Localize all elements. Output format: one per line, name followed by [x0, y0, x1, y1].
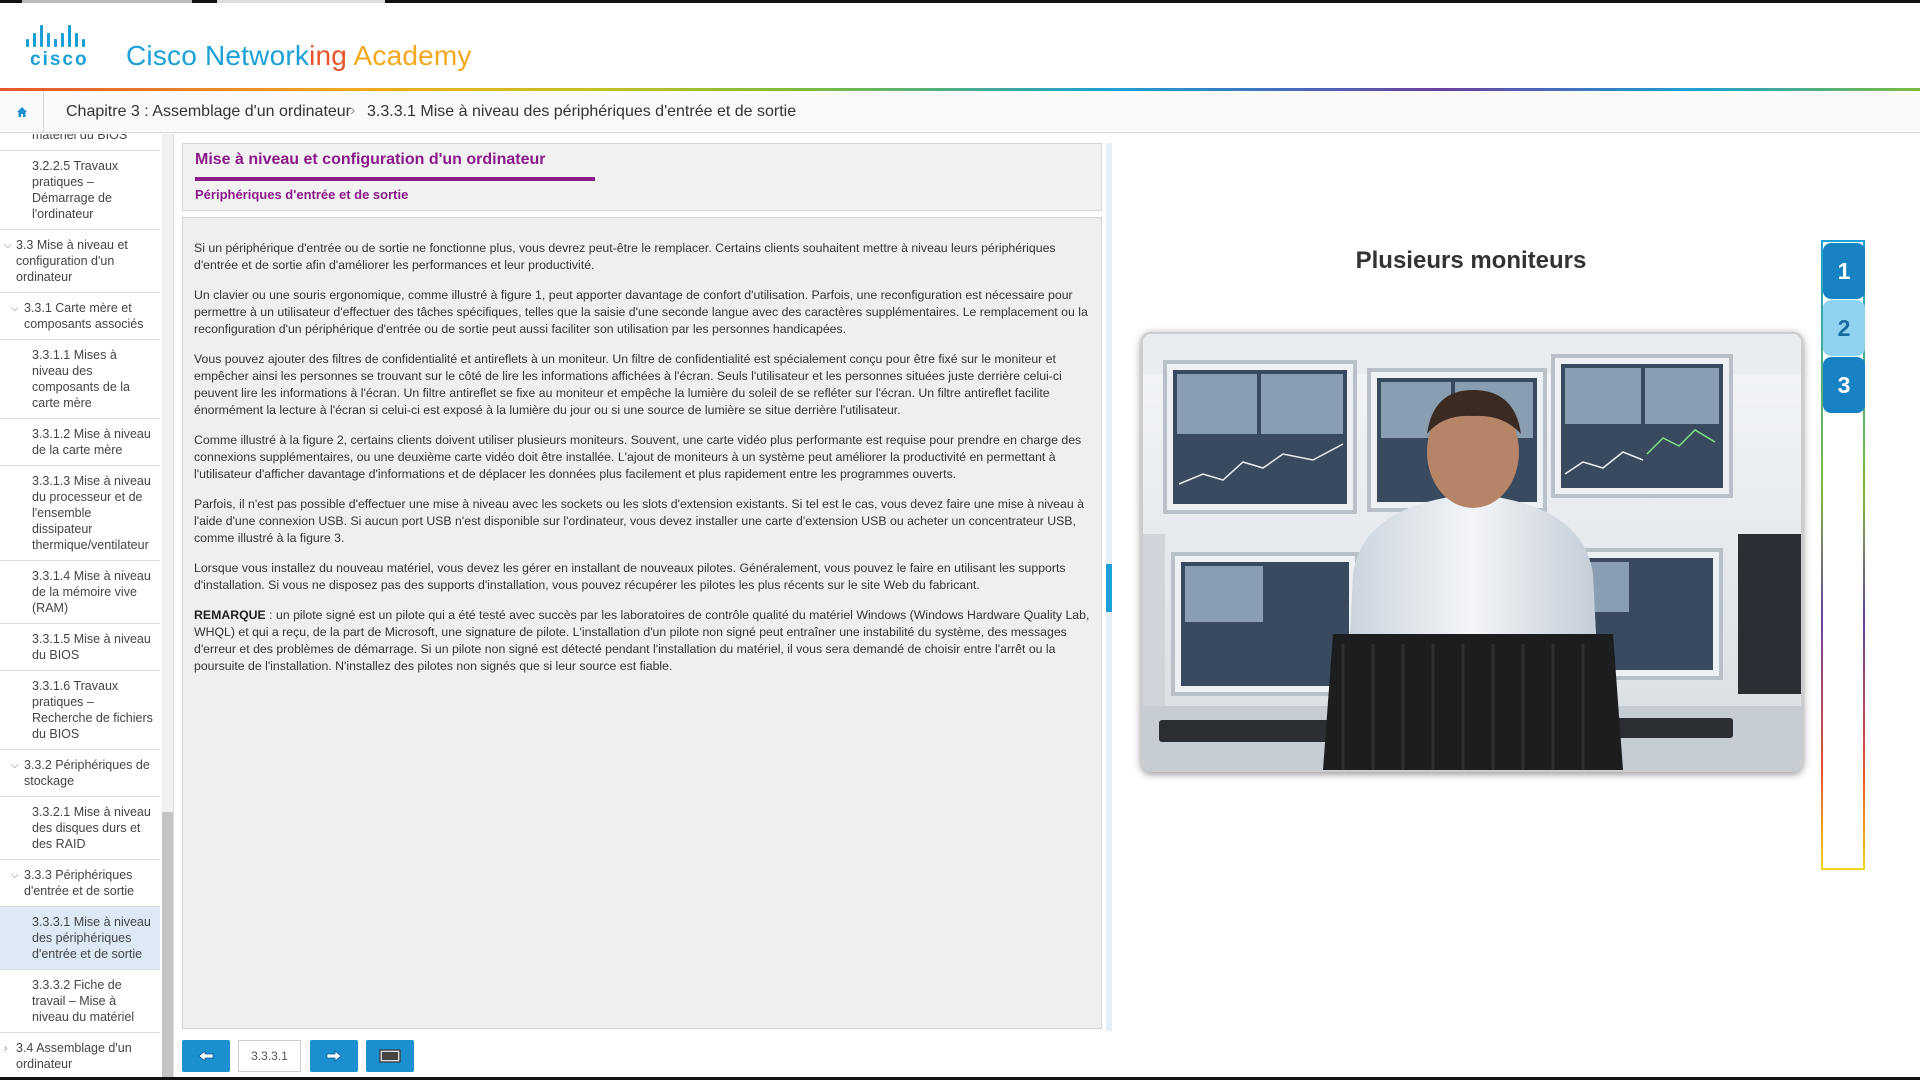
page-subtitle: Périphériques d'entrée et de sortie: [195, 187, 409, 202]
sidebar-toc: matériel du BIOS 3.2.2.5 Travaux pratique…: [0, 134, 174, 1078]
chevron-down-icon[interactable]: ⌵: [11, 301, 19, 317]
figure-3-button[interactable]: 3: [1823, 357, 1865, 413]
note-text: : un pilote signé est un pilote qui a ét…: [194, 608, 1090, 673]
chevron-down-icon[interactable]: ⌵: [4, 238, 12, 254]
sidebar-item-label: matériel du BIOS: [32, 134, 128, 142]
sidebar-item[interactable]: 3.3.1.4 Mise à niveau de la mémoire vive…: [0, 561, 160, 624]
sidebar-item-label: 3.4 Assemblage d'un ordinateur: [16, 1041, 132, 1071]
header: cisco Cisco Networking Academy: [0, 3, 1920, 88]
breadcrumb: Chapitre 3 : Assemblage d'un ordinateur …: [0, 91, 1920, 133]
breadcrumb-current: 3.3.3.1 Mise à niveau des périphériques …: [367, 103, 797, 120]
note-paragraph: REMARQUE : un pilote signé est un pilote…: [194, 607, 1091, 675]
sidebar-item[interactable]: 3.2.2.5 Travaux pratiques – Démarrage de…: [0, 151, 160, 230]
chevron-down-icon[interactable]: ⌵: [11, 868, 19, 884]
note-label: REMARQUE: [194, 608, 266, 622]
sidebar-item-label: 3.2.2.5 Travaux pratiques – Démarrage de…: [32, 159, 119, 221]
toc-list: matériel du BIOS 3.2.2.5 Travaux pratique…: [0, 134, 160, 1078]
sidebar-item[interactable]: ⌵ 3.3.2 Périphériques de stockage: [0, 750, 160, 797]
paragraph: Un clavier ou une souris ergonomique, co…: [194, 288, 1088, 336]
content-panel: Mise à niveau et configuration d'un ordi…: [182, 143, 1102, 1029]
panel-resize-handle[interactable]: [1106, 564, 1112, 612]
sidebar-item[interactable]: 3.3.1.6 Travaux pratiques – Recherche de…: [0, 671, 160, 750]
media-toggle-button[interactable]: [366, 1040, 414, 1072]
sidebar-item-label: 3.3 Mise à niveau et configuration d'un …: [16, 238, 128, 284]
sidebar-item-label: 3.3.1.4 Mise à niveau de la mémoire vive…: [32, 569, 151, 615]
sidebar-item[interactable]: 3.3.1.1 Mises à niveau des composants de…: [0, 340, 160, 419]
cisco-logo: cisco: [24, 25, 106, 70]
sidebar-item[interactable]: ⌵ 3.3.1 Carte mère et composants associés: [0, 293, 160, 340]
chevron-down-icon[interactable]: ⌵: [11, 758, 19, 774]
sidebar-item-label: 3.3.1.5 Mise à niveau du BIOS: [32, 632, 151, 662]
figure-1-button[interactable]: 1: [1823, 243, 1865, 299]
media-title: Plusieurs moniteurs: [1355, 247, 1587, 274]
prev-button[interactable]: [182, 1040, 230, 1072]
home-button[interactable]: [0, 91, 44, 133]
sidebar-item-label: 3.3.2.1 Mise à niveau des disques durs e…: [32, 805, 151, 851]
sidebar-item[interactable]: 3.3.3.1 Mise à niveau des périphériques …: [0, 907, 160, 970]
page-title: Mise à niveau et configuration d'un ordi…: [195, 151, 546, 168]
sidebar-item-label: 3.3.1.3 Mise à niveau du processeur et d…: [32, 474, 151, 552]
arrow-left-icon: [198, 1050, 214, 1062]
paragraph: Parfois, il n'est pas possible d'effectu…: [194, 497, 1084, 545]
paragraph: Si un périphérique d'entrée ou de sortie…: [194, 241, 1056, 272]
sidebar-item[interactable]: 3.3.2.1 Mise à niveau des disques durs e…: [0, 797, 160, 860]
media-photo: [1141, 332, 1803, 772]
page-number: 3.3.3.1: [238, 1040, 301, 1072]
paragraph: Comme illustré à la figure 2, certains c…: [194, 433, 1082, 481]
sidebar-item[interactable]: matériel du BIOS: [0, 134, 160, 151]
home-icon: [16, 107, 27, 117]
logo-word: cisco: [30, 49, 89, 70]
breadcrumb-separator: ›: [350, 102, 356, 119]
sidebar-item[interactable]: ⌵ 3.3.3 Périphériques d'entrée et de sort…: [0, 860, 160, 907]
breadcrumb-chapter[interactable]: Chapitre 3 : Assemblage d'un ordinateur: [66, 103, 351, 121]
sidebar-item-label: 3.3.1.2 Mise à niveau de la carte mère: [32, 427, 151, 457]
paragraph: Lorsque vous installez du nouveau matéri…: [194, 561, 1066, 592]
sidebar-item[interactable]: 3.3.3.2 Fiche de travail – Mise à niveau…: [0, 970, 160, 1033]
sidebar-item-label: 3.3.3.2 Fiche de travail – Mise à niveau…: [32, 978, 135, 1024]
paragraph: Vous pouvez ajouter des filtres de confi…: [194, 352, 1062, 417]
chevron-right-icon[interactable]: ›: [4, 1041, 7, 1057]
sidebar-item[interactable]: 3.3.1.2 Mise à niveau de la carte mère: [0, 419, 160, 466]
title-underline: [195, 177, 595, 181]
multiple-monitors-illustration: [1143, 334, 1801, 770]
sidebar-item-label: 3.3.1.6 Travaux pratiques – Recherche de…: [32, 679, 153, 741]
screen-icon: [379, 1049, 401, 1063]
title-box: Mise à niveau et configuration d'un ordi…: [182, 143, 1102, 211]
sidebar-item-label: 3.3.1 Carte mère et composants associés: [24, 301, 144, 331]
arrow-right-icon: [326, 1050, 342, 1062]
text-body[interactable]: Si un périphérique d'entrée ou de sortie…: [182, 217, 1102, 1029]
sidebar-item[interactable]: › 3.4 Assemblage d'un ordinateur: [0, 1033, 160, 1078]
figure-2-button[interactable]: 2: [1823, 300, 1865, 356]
sidebar-scrollbar-thumb[interactable]: [162, 812, 173, 1078]
sidebar-item-label: 3.3.3 Périphériques d'entrée et de sorti…: [24, 868, 135, 898]
sidebar-item[interactable]: ⌵ 3.3 Mise à niveau et configuration d'un…: [0, 230, 160, 293]
sidebar-item-label: 3.3.3.1 Mise à niveau des périphériques …: [32, 915, 151, 961]
next-button[interactable]: [310, 1040, 358, 1072]
sidebar-item[interactable]: 3.3.1.3 Mise à niveau du processeur et d…: [0, 466, 160, 561]
sidebar-item-label: 3.3.1.1 Mises à niveau des composants de…: [32, 348, 130, 410]
sidebar-item[interactable]: 3.3.1.5 Mise à niveau du BIOS: [0, 624, 160, 671]
sidebar-item-label: 3.3.2 Périphériques de stockage: [24, 758, 150, 788]
academy-title: Cisco Networking Academy: [126, 40, 472, 71]
